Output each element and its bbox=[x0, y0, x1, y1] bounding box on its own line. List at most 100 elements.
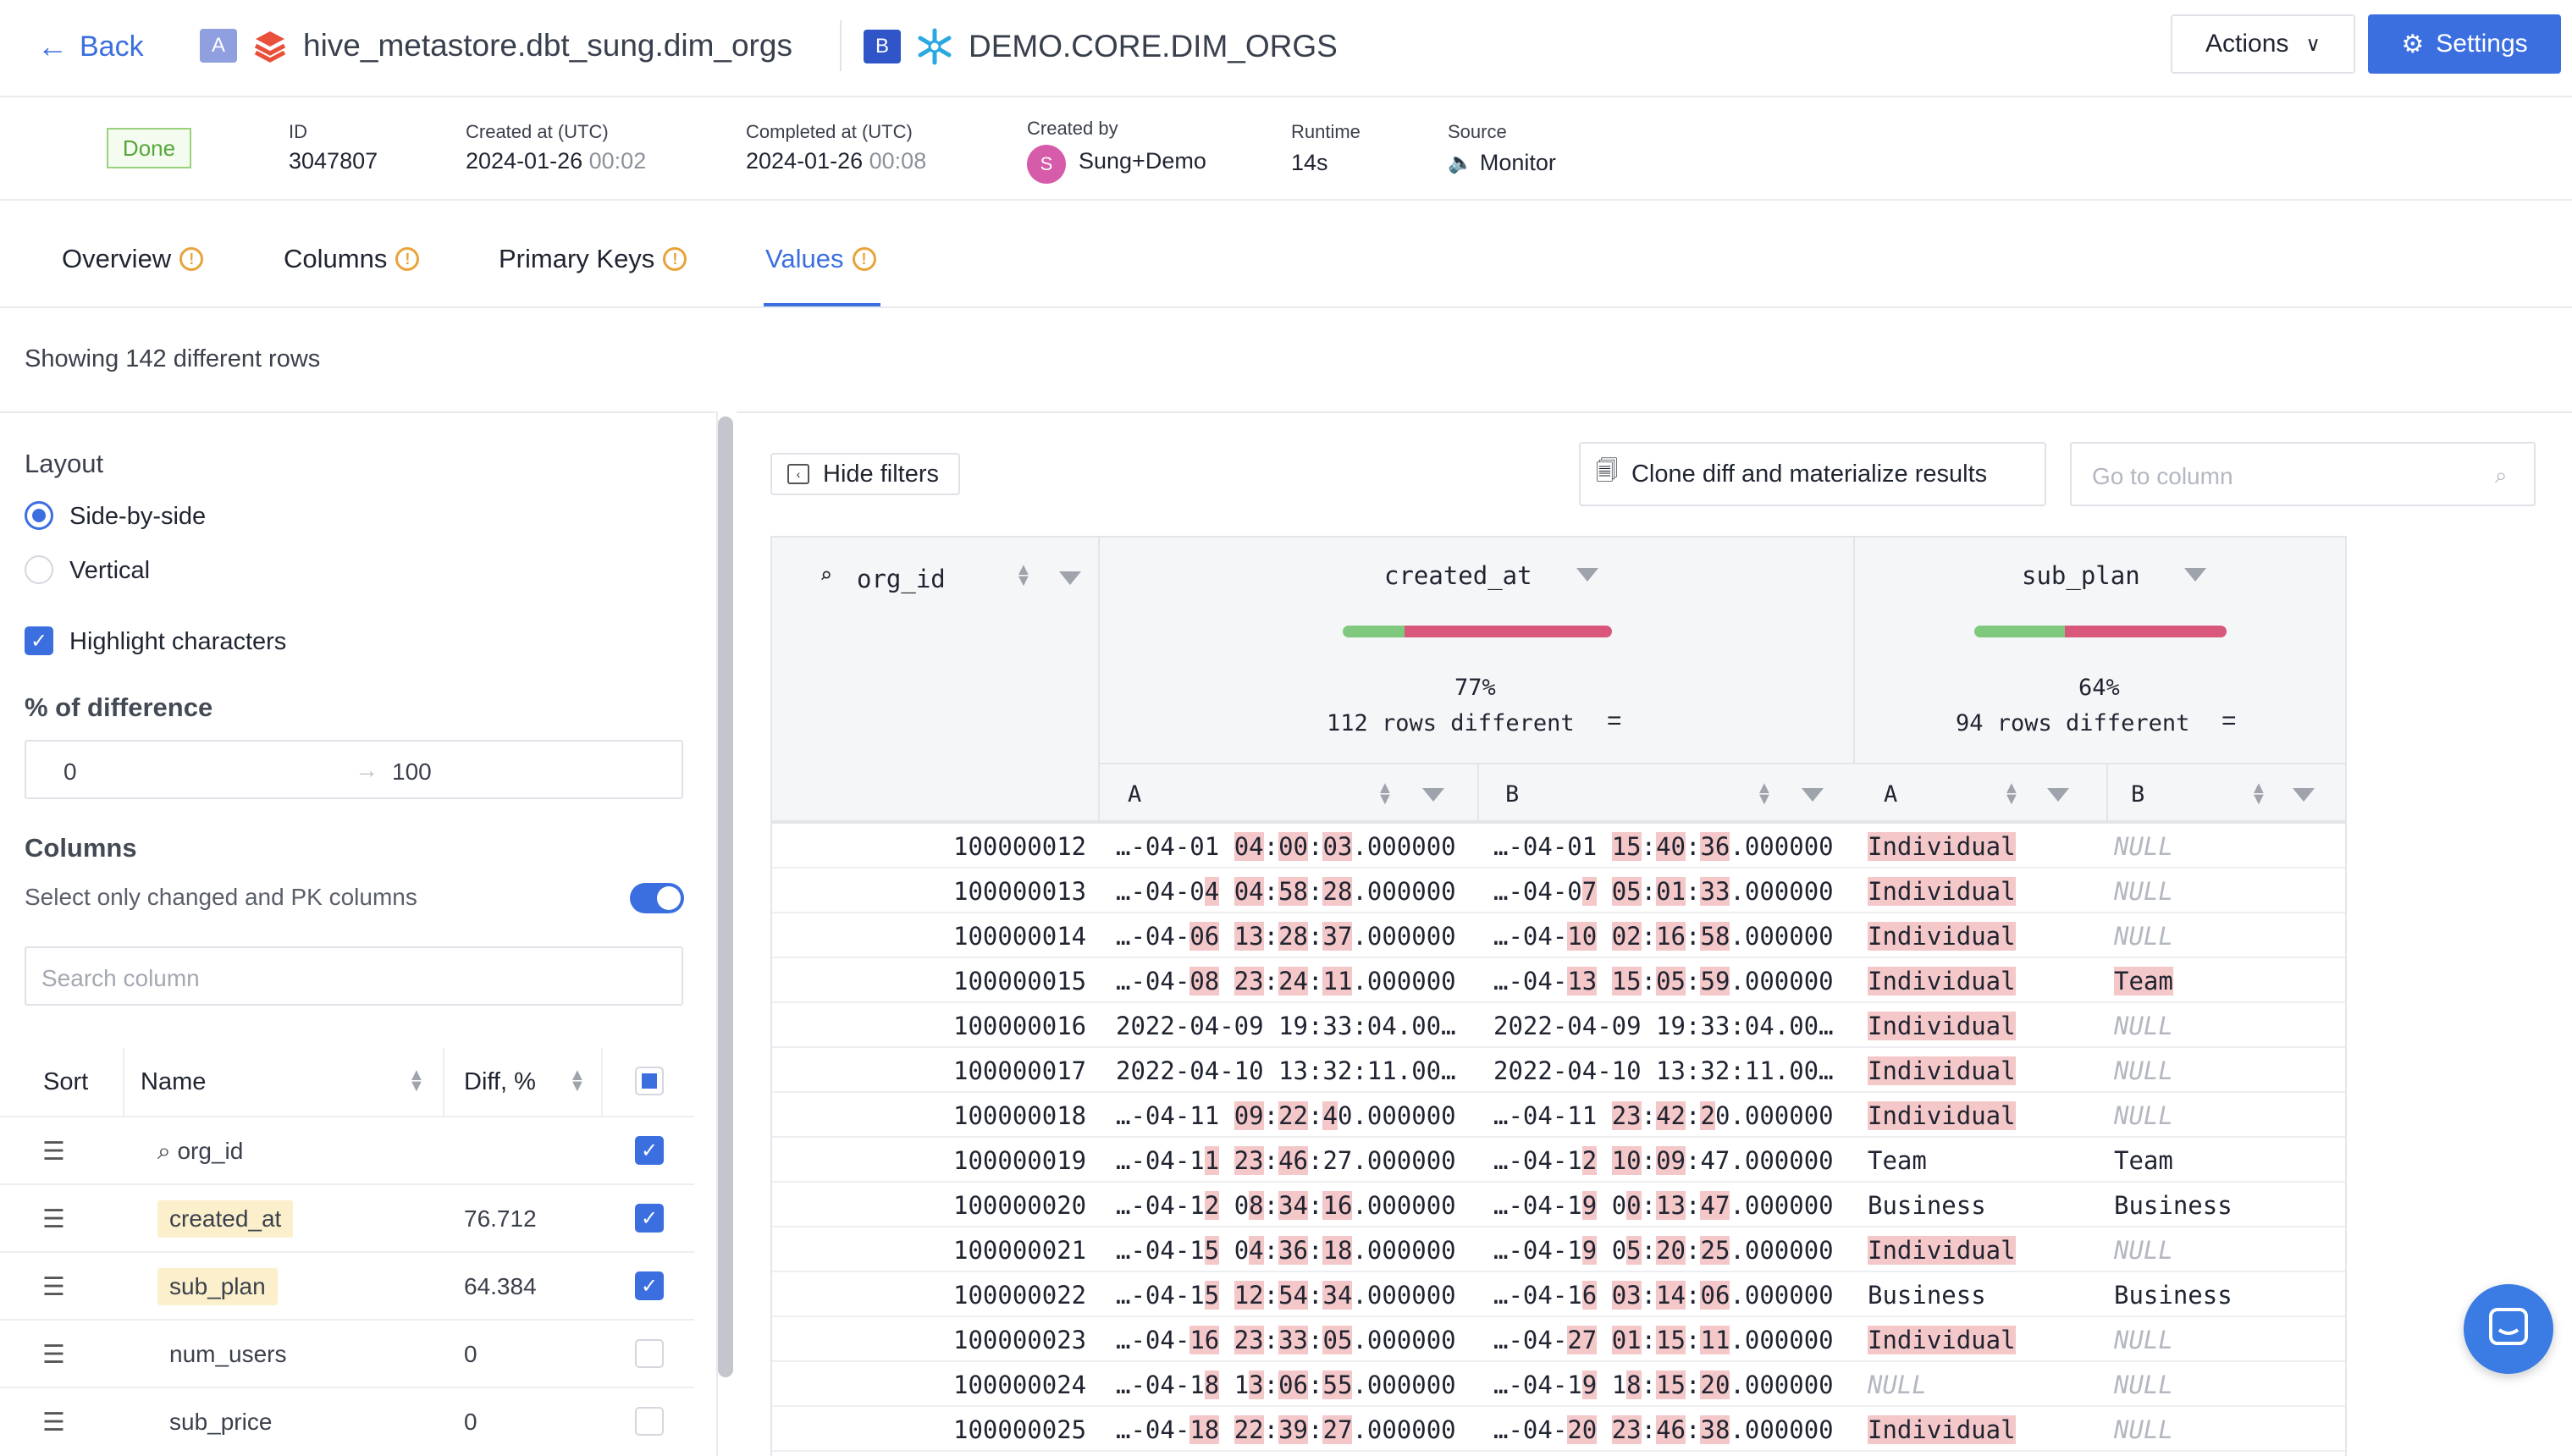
vertical-radio[interactable] bbox=[25, 555, 53, 584]
plan-a-cell: Individual bbox=[1868, 877, 2016, 906]
copy-icon: 🗐 bbox=[1596, 458, 1618, 483]
pk-cell: 100000020 bbox=[953, 1191, 1087, 1220]
filter-icon[interactable] bbox=[1576, 568, 1598, 582]
diff-highlight: 55 bbox=[1322, 1371, 1353, 1399]
tab-overview[interactable]: Overview! bbox=[62, 244, 204, 274]
column-row[interactable]: ☰ sub_plan 64.384 ✓ bbox=[0, 1251, 694, 1319]
rows-summary: Showing 142 different rows bbox=[25, 345, 321, 372]
go-to-column-input[interactable]: Go to column ⌕ bbox=[2070, 442, 2536, 506]
diff-highlight: 6 bbox=[1581, 1281, 1598, 1310]
drag-handle-icon[interactable]: ☰ bbox=[42, 1343, 66, 1368]
created-a-cell: …-04-18 13:06:55.000000 bbox=[1116, 1371, 1456, 1399]
sort-arrows-icon[interactable]: ▲ ▼ bbox=[1015, 561, 1032, 589]
table-row[interactable]: 100000025 …-04-18 22:39:27.000000 …-04-20 … bbox=[772, 1407, 2345, 1452]
tab-values[interactable]: Values! bbox=[765, 244, 876, 274]
diff-highlight: 46 bbox=[1656, 1415, 1686, 1444]
same-portion-bar bbox=[1343, 626, 1405, 637]
diff-highlight: 09 bbox=[1234, 1101, 1264, 1130]
tab-label: Primary Keys bbox=[499, 244, 655, 273]
clone-diff-button[interactable]: 🗐 Clone diff and materialize results bbox=[1579, 442, 2046, 506]
chat-launcher-button[interactable] bbox=[2464, 1284, 2553, 1374]
changed-only-toggle[interactable] bbox=[630, 883, 684, 913]
sidebar-scrollbar[interactable] bbox=[718, 416, 733, 1377]
equals-icon[interactable]: = bbox=[1607, 707, 1622, 736]
search-icon[interactable]: ⌕ bbox=[820, 563, 832, 587]
actions-button[interactable]: Actions ∨ bbox=[2171, 14, 2355, 74]
column-checkbox[interactable]: ✓ bbox=[635, 1271, 664, 1300]
column-row[interactable]: ☰ num_users 0 bbox=[0, 1319, 694, 1387]
side-by-side-radio[interactable] bbox=[25, 501, 53, 530]
table-row[interactable]: 100000017 2022-04-10 13:32:11.00… 2022-04-… bbox=[772, 1048, 2345, 1093]
filter-icon[interactable] bbox=[2184, 568, 2206, 582]
diff-highlight: 05 bbox=[1611, 877, 1642, 906]
column-row[interactable]: ☰ ⌕ org_id ✓ bbox=[0, 1116, 694, 1183]
equals-icon[interactable]: = bbox=[2222, 707, 2237, 736]
column-checkbox[interactable]: ✓ bbox=[635, 1136, 664, 1165]
column-row[interactable]: ☰ created_at 76.712 ✓ bbox=[0, 1183, 694, 1251]
back-link[interactable]: ← Back bbox=[37, 25, 144, 68]
plan-a-cell: Individual bbox=[1868, 1415, 2016, 1444]
plan-b-cell: NULL bbox=[2114, 1371, 2173, 1399]
table-row[interactable]: 100000018 …-04-11 09:22:40.000000 …-04-11 … bbox=[772, 1093, 2345, 1138]
table-row[interactable]: 100000023 …-04-16 23:33:05.000000 …-04-27 … bbox=[772, 1317, 2345, 1362]
diff-highlight: 06 bbox=[1278, 1371, 1309, 1399]
select-all-checkbox[interactable] bbox=[635, 1067, 664, 1095]
created-b-cell: …-04-01 15:40:36.000000 bbox=[1493, 832, 1834, 861]
table-row[interactable]: 100000015 …-04-08 23:24:11.000000 …-04-13 … bbox=[772, 958, 2345, 1003]
table-row[interactable]: 100000014 …-04-06 13:28:37.000000 …-04-10 … bbox=[772, 913, 2345, 958]
filter-icon[interactable] bbox=[2293, 788, 2315, 802]
drag-handle-icon[interactable]: ☰ bbox=[42, 1275, 66, 1300]
hide-filters-button[interactable]: ‹ Hide filters bbox=[770, 453, 960, 495]
table-row[interactable]: 100000022 …-04-15 12:54:34.000000 …-04-16 … bbox=[772, 1272, 2345, 1317]
completed-label: Completed at (UTC) bbox=[746, 121, 913, 142]
plan-a-cell: Individual bbox=[1868, 1326, 2016, 1354]
tab-columns[interactable]: Columns! bbox=[284, 244, 420, 274]
drag-handle-icon[interactable]: ☰ bbox=[42, 1410, 66, 1436]
sort-arrows-icon[interactable]: ▲ ▼ bbox=[2250, 780, 2267, 808]
highlight-checkbox[interactable]: ✓ bbox=[25, 626, 53, 655]
search-column-input[interactable]: Search column bbox=[25, 946, 683, 1006]
table-row[interactable]: 100000024 …-04-18 13:06:55.000000 …-04-19 … bbox=[772, 1362, 2345, 1407]
pk-cell: 100000014 bbox=[953, 922, 1087, 951]
diff-highlight: 2 bbox=[1581, 1146, 1598, 1175]
diff-min-value: 0 bbox=[63, 758, 77, 785]
table-row[interactable]: 100000013 …-04-04 04:58:28.000000 …-04-07 … bbox=[772, 869, 2345, 913]
table-row[interactable]: 100000012 …-04-01 04:00:03.000000 …-04-01 … bbox=[772, 824, 2345, 869]
column-name-chip: num_users bbox=[157, 1336, 299, 1373]
diff-range-input[interactable]: 0 → 100 bbox=[25, 740, 683, 799]
sort-arrows-icon[interactable]: ▲ ▼ bbox=[408, 1067, 425, 1095]
drag-handle-icon[interactable]: ☰ bbox=[42, 1207, 66, 1233]
created-a-cell: …-04-04 04:58:28.000000 bbox=[1116, 877, 1456, 906]
sort-arrows-icon[interactable]: ▲ ▼ bbox=[1756, 780, 1773, 808]
drag-handle-icon[interactable]: ☰ bbox=[42, 1139, 66, 1165]
diff-highlight: 05 bbox=[1322, 1326, 1353, 1354]
column-checkbox[interactable] bbox=[635, 1339, 664, 1368]
diff-highlight: Individual bbox=[1868, 1012, 2016, 1040]
sort-arrows-icon[interactable]: ▲ ▼ bbox=[2003, 780, 2020, 808]
diff-highlight: 23 bbox=[1234, 1326, 1264, 1354]
filter-icon[interactable] bbox=[1422, 788, 1444, 802]
table-row[interactable]: 100000020 …-04-12 08:34:16.000000 …-04-19 … bbox=[772, 1183, 2345, 1227]
column-checkbox[interactable]: ✓ bbox=[635, 1204, 664, 1233]
diff-highlight: 40 bbox=[1656, 832, 1686, 861]
table-row[interactable]: 100000019 …-04-11 23:46:27.000000 …-04-12 … bbox=[772, 1138, 2345, 1183]
diff-highlight: 3 bbox=[1249, 1371, 1264, 1399]
sort-arrows-icon[interactable]: ▲ ▼ bbox=[1377, 780, 1394, 808]
sort-arrows-icon[interactable]: ▲ ▼ bbox=[569, 1067, 586, 1095]
table-row[interactable]: 100000021 …-04-15 04:36:18.000000 …-04-19 … bbox=[772, 1227, 2345, 1272]
filter-icon[interactable] bbox=[2047, 788, 2069, 802]
tab-primary-keys[interactable]: Primary Keys! bbox=[499, 244, 687, 274]
column-checkbox[interactable] bbox=[635, 1407, 664, 1436]
divider bbox=[1477, 764, 1479, 820]
plan-b-cell: NULL bbox=[2114, 1415, 2173, 1444]
filter-icon[interactable] bbox=[1059, 571, 1081, 585]
diff-highlight: 20 bbox=[1656, 1236, 1686, 1265]
settings-button[interactable]: ⚙ Settings bbox=[2368, 14, 2561, 74]
table-row[interactable]: 100000016 2022-04-09 19:33:04.00… 2022-04-… bbox=[772, 1003, 2345, 1048]
diff-highlight: 28 bbox=[1322, 877, 1353, 906]
diff-highlight: 33 bbox=[1700, 877, 1730, 906]
column-row[interactable]: ☰ sub_price 0 bbox=[0, 1387, 694, 1454]
diff-highlight: 46 bbox=[1278, 1146, 1309, 1175]
filter-icon[interactable] bbox=[1802, 788, 1824, 802]
created-a-cell: 2022-04-09 19:33:04.00… bbox=[1116, 1012, 1456, 1040]
